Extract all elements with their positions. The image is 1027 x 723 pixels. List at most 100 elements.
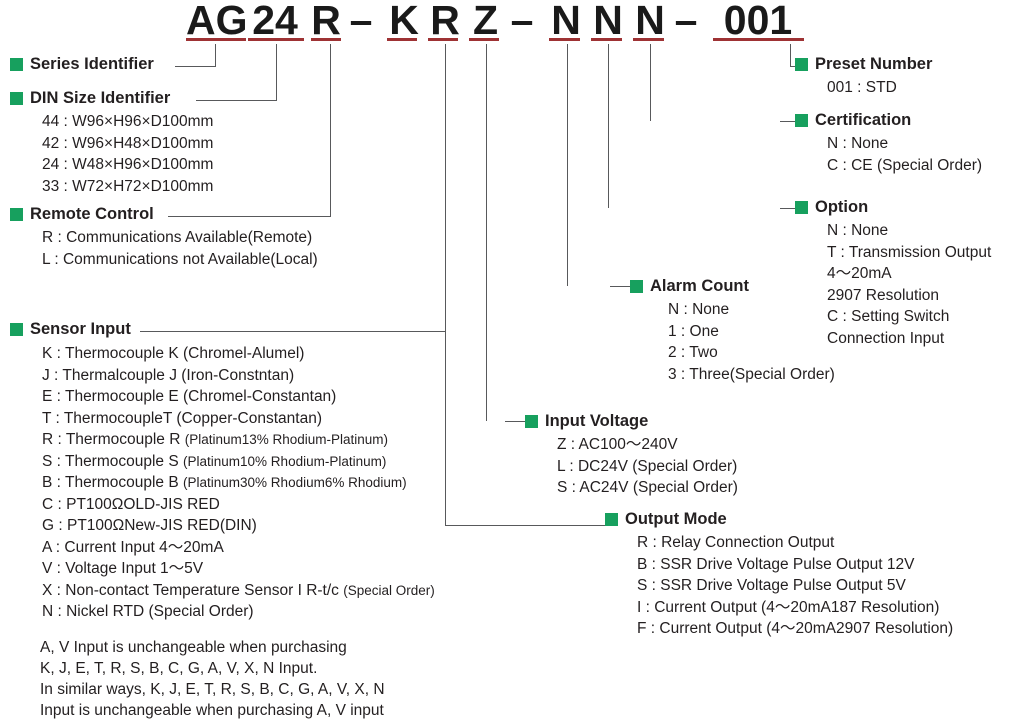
block-input-notes: A, V Input is unchangeable when purchasi… [40,637,385,721]
leader-line-2 [276,44,277,100]
model-number-string: AG 24 R – K R Z – N N N –001 [0,0,1027,46]
block-series-identifier: Series Identifier [10,56,154,73]
model-char-underline-0 [186,38,246,41]
leader-line-1 [175,66,216,67]
block-certification: Certification N : None C : CE (Special Or… [795,112,982,176]
remote-control-title: Remote Control [30,205,154,223]
option-note: (Special Order) [343,582,435,598]
option-line: B : Thermocouple B (Platinum30% Rhodium6… [42,472,435,494]
model-char-underline-1 [248,38,304,41]
option-line: S : Thermocouple S (Platinum10% Rhodium-… [42,451,435,473]
sensor-input-title: Sensor Input [30,320,131,338]
option-line: 001 : STD [827,79,897,96]
block-din-size-identifier: DIN Size Identifier 44 : W96×H96×D100mm 4… [10,90,213,197]
certification-header: Certification [795,112,982,129]
option-line: Connection Input [827,329,945,347]
sensor-input-header: Sensor Input [10,321,435,338]
input-voltage-header: Input Voltage [525,413,738,430]
option-note: (Platinum10% Rhodium-Platinum) [183,453,387,469]
option-main: G : PT100ΩNew-JIS RED(DIN) [42,517,257,534]
series-identifier-title: Series Identifier [30,55,154,73]
option-note: (Platinum13% Rhodium-Platinum) [184,432,389,447]
option-line: N : None [668,301,730,318]
model-char-0: AG [186,0,248,43]
leader-line-20 [790,44,791,66]
model-char-12: 001 [723,0,793,43]
option-line: N : None [827,222,889,239]
option-line: F : Current Output (4～20mA2907 Resolutio… [637,620,954,637]
option-line: K : Thermocouple K (Chromel-Alumel) [42,343,435,365]
option-line: R : Relay Connection Output [637,534,835,551]
leader-line-9 [445,525,607,526]
model-char-6: Z [472,0,499,43]
option-title: Option [815,198,869,216]
series-identifier-header: Series Identifier [10,56,154,73]
remote-control-options: R : Communications Available(Remote) L : … [10,227,318,270]
option-main: K : Thermocouple K (Chromel-Alumel) [42,345,305,362]
option-line: A, V Input is unchangeable when purchasi… [40,639,347,656]
option-line: 42 : W96×H48×D100mm [42,134,214,152]
option-line: J : Thermalcouple J (Iron-Constntan) [42,365,435,387]
block-output-mode: Output Mode R : Relay Connection Output B… [605,511,953,640]
alarm-count-header: Alarm Count [630,278,835,295]
output-mode-title: Output Mode [625,510,727,528]
model-char-2: R [311,0,341,43]
leader-line-16 [608,44,609,208]
model-char-underline-6 [469,38,499,41]
option-line: Input is unchangeable when purchasing A,… [40,702,384,719]
model-char-underline-12 [713,38,804,41]
block-preset-number: Preset Number 001 : STD [795,56,932,99]
option-note: (Platinum30% Rhodium6% Rhodium) [183,475,407,490]
input-voltage-options: Z : AC100～240V L : DC24V (Special Order) S… [525,434,738,499]
option-header: Option [795,199,991,216]
input-voltage-title: Input Voltage [545,412,649,430]
leader-line-0 [215,44,216,66]
option-line: A : Current Input 4～20mA [42,537,435,559]
option-line: S : SSR Drive Voltage Pulse Output 5V [637,577,906,594]
option-line: R : Communications Available(Remote) [42,229,313,246]
option-line: C : CE (Special Order) [827,156,983,174]
input-notes-lines: A, V Input is unchangeable when purchasi… [40,637,385,721]
option-main: E : Thermocouple E (Chromel-Constantan) [42,388,337,405]
preset-number-title: Preset Number [815,55,933,73]
remote-control-header: Remote Control [10,206,318,223]
option-line: E : Thermocouple E (Chromel-Constantan) [42,386,435,408]
option-line: X : Non-contact Temperature Sensor I R-t… [42,580,435,602]
option-line: 4～20mA [827,265,892,282]
option-main: J : Thermalcouple J (Iron-Constntan) [42,366,295,384]
option-line: C : Setting Switch [827,308,950,325]
green-square-icon [795,201,808,214]
model-char-3: – [349,0,373,43]
option-line: 1 : One [668,322,719,340]
option-main: B : Thermocouple B [42,474,184,491]
green-square-icon [10,58,23,71]
option-line: L : DC24V (Special Order) [557,457,738,475]
option-main: R : Thermocouple R [42,431,185,448]
green-square-icon [10,208,23,221]
sensor-input-options: K : Thermocouple K (Chromel-Alumel) J : T… [10,343,435,623]
leader-line-6 [445,44,446,331]
alarm-count-options: N : None 1 : One 2 : Two 3 : Three(Special … [630,299,835,385]
block-remote-control: Remote Control R : Communications Availa… [10,206,318,270]
leader-line-10 [486,44,487,421]
output-mode-options: R : Relay Connection Output B : SSR Drive… [605,532,953,640]
block-input-voltage: Input Voltage Z : AC100～240V L : DC24V (S… [525,413,738,499]
model-char-underline-2 [311,38,341,41]
green-square-icon [605,513,618,526]
model-char-underline-8 [549,38,580,41]
option-main: S : Thermocouple S [42,452,184,470]
green-square-icon [795,114,808,127]
model-char-underline-5 [428,38,458,41]
option-line: G : PT100ΩNew-JIS RED(DIN) [42,515,435,537]
model-char-5: R [430,0,460,43]
option-line: 2 : Two [668,344,718,361]
option-main: V : Voltage Input 1～5V [42,560,204,577]
option-line: N : Nickel RTD (Special Order) [42,601,435,623]
green-square-icon [525,415,538,428]
option-line: L : Communications not Available(Local) [42,250,318,268]
option-line: V : Voltage Input 1～5V [42,558,435,580]
option-line: 44 : W96×H96×D100mm [42,113,214,130]
option-line: K, J, E, T, R, S, B, C, G, A, V, X, N In… [40,660,318,677]
model-char-4: K [389,0,419,43]
model-char-underline-9 [591,38,622,41]
